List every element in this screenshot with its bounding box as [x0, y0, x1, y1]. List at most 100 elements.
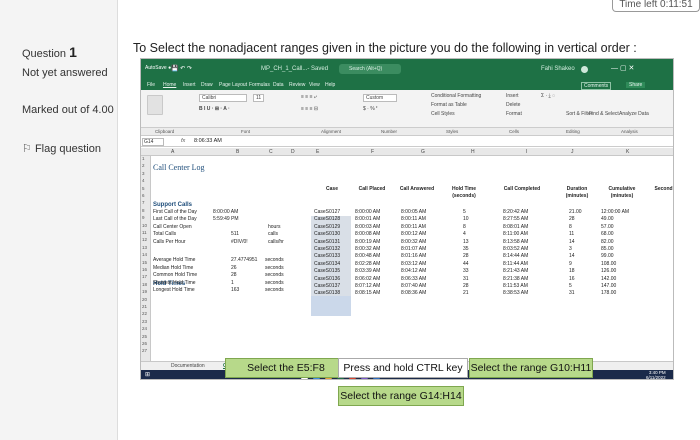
font-size-box: 11	[253, 94, 265, 102]
answer-label-2: Press and hold CTRL key	[343, 362, 463, 374]
merge-icon: ≡ ≡ ≡ ⊟	[301, 106, 319, 112]
left-value: 8:00:00 AM	[213, 209, 239, 215]
search-box: Search (Alt+Q)	[339, 64, 401, 74]
left-label: Last Call of the Day	[153, 216, 197, 223]
row-headers: 1 2 3 4 5 6 7 8 9 10 11 12 13 14 15 16 17 18 19 20 21 22 23 24 2…	[141, 156, 151, 361]
column-header: B	[236, 149, 240, 155]
cumulative-cell: 57.00	[601, 223, 614, 230]
answer-box-4[interactable]: Select the range G14:H14	[338, 386, 464, 406]
answered-cell: 8:03:12 AM	[401, 260, 427, 267]
answer-box-1[interactable]: Select the E5:F8	[225, 358, 347, 378]
case-cell: CaseS0138	[314, 290, 341, 297]
autosave-toggle: AutoSave ●	[145, 65, 172, 71]
number-format-box: Custom	[363, 94, 397, 102]
left-value: 26	[231, 264, 237, 271]
tab-file: File	[147, 82, 156, 88]
duration-cell: 18	[569, 268, 575, 275]
question-number: Question 1	[22, 44, 77, 60]
row-header: 7	[142, 200, 145, 206]
row-header: 2	[142, 163, 145, 169]
taskbar-clock: 3:40 PM 6/11/2022	[646, 370, 666, 380]
cumulative-cell: 147.00	[601, 283, 617, 289]
row-header: 20	[142, 296, 148, 302]
left-unit: seconds	[265, 272, 284, 279]
table-header: Case	[326, 186, 338, 192]
completed-cell: 8:27:55 AM	[503, 216, 529, 223]
cumulative-cell: 108.00	[601, 260, 617, 267]
answer-box-2[interactable]: Press and hold CTRL key	[338, 358, 468, 378]
window-controls-icon: — ▢ ✕	[611, 65, 635, 72]
group-font: Font	[241, 129, 251, 134]
placed-cell: 8:00:08 AM	[355, 231, 381, 238]
format-as-table: Format as Table	[431, 102, 467, 108]
completed-cell: 8:13:58 AM	[503, 238, 529, 245]
bold-italic-underline-icon: B I U · ⊞ · A ·	[199, 106, 230, 112]
placed-cell: 8:00:01 AM	[355, 216, 381, 223]
answered-cell: 8:00:11 AM	[401, 216, 426, 223]
worksheet-grid: Call Center Log Case Call Placed Call Answe…	[151, 156, 674, 361]
support-calls-header: Support Calls	[153, 202, 193, 208]
left-unit: seconds	[265, 287, 284, 293]
font-name-box: Calibri	[199, 94, 247, 102]
row-header: 25	[142, 333, 148, 339]
answer-box-3[interactable]: Select the range G10:H11	[469, 358, 593, 378]
question-status: Not yet answered	[22, 67, 108, 79]
question-number-prefix: Question	[22, 48, 67, 60]
duration-cell: 28	[569, 216, 575, 223]
taskbar-date: 6/11/2022	[646, 375, 666, 380]
analyze-data: Analyze Data	[619, 111, 649, 117]
left-label: Average Hold Time	[153, 257, 196, 264]
answered-cell: 8:00:12 AM	[401, 231, 427, 238]
table-header: Call Placed	[358, 186, 386, 192]
hold-cell: 28	[463, 283, 469, 289]
left-label: Longest Hold Time	[153, 287, 195, 293]
hold-cell: 33	[463, 268, 469, 275]
placed-cell: 8:00:32 AM	[355, 246, 381, 252]
column-header: K	[626, 149, 630, 155]
hold-cell: 21	[463, 290, 469, 297]
ribbon: Calibri 11 B I U · ⊞ · A · ≡ ≡ ≡ ⤶ ≡ ≡ ≡…	[141, 90, 673, 128]
table-header: Duration (minutes)	[565, 186, 589, 199]
flag-icon: ⚐	[22, 143, 32, 155]
row-header: 4	[142, 178, 145, 184]
hold-cell: 13	[463, 238, 469, 245]
completed-cell: 8:03:52 AM	[503, 246, 529, 252]
group-clipboard: Clipboard	[155, 129, 175, 134]
row-header: 18	[142, 281, 148, 287]
tab-help: Help	[325, 82, 336, 88]
hold-cell: 8	[463, 223, 466, 230]
duration-cell: 9	[569, 260, 572, 267]
left-value: 28	[231, 272, 237, 279]
placed-cell: 8:00:03 AM	[355, 223, 381, 230]
completed-cell: 8:11:44 AM	[503, 260, 528, 267]
sheet-title: Call Center Log	[153, 163, 205, 172]
ribbon-tabs: File Home Insert Draw Page Layout Formul…	[141, 81, 673, 90]
paste-icon	[147, 95, 163, 115]
flag-question-link[interactable]: ⚐ Flag question	[22, 142, 114, 157]
duration-cell: 16	[569, 275, 575, 282]
duration-cell: 11	[569, 231, 575, 238]
question-number-value: 1	[69, 44, 77, 60]
case-cell: CaseS0134	[314, 260, 341, 267]
avatar	[581, 66, 588, 73]
workbook-title: MP_CH_1_Call...- Saved	[261, 66, 329, 72]
table-header: Second Hold T	[654, 186, 674, 192]
case-cell: CaseS0127	[314, 209, 341, 215]
answered-cell: 8:00:11 AM	[401, 223, 426, 230]
answer-label-4: Select the range G14:H14	[340, 390, 462, 402]
left-label: Call Center Open	[153, 223, 192, 230]
row-header: 12	[142, 237, 148, 243]
hold-cell: 44	[463, 260, 469, 267]
completed-cell: 8:21:43 AM	[503, 268, 529, 275]
left-label: Shortest Hold Time	[153, 279, 196, 286]
placed-cell: 8:07:12 AM	[355, 283, 381, 289]
left-value: 511	[231, 231, 239, 238]
time-left-indicator: Time left 0:11:51	[612, 0, 700, 12]
table-header: Hold Time (seconds)	[451, 186, 477, 199]
left-value: 1	[231, 279, 234, 286]
column-header: D	[291, 149, 295, 155]
left-unit: seconds	[265, 279, 284, 286]
placed-cell: 8:08:15 AM	[355, 290, 381, 297]
answered-cell: 8:01:16 AM	[401, 253, 427, 260]
completed-cell: 8:08:01 AM	[503, 223, 529, 230]
